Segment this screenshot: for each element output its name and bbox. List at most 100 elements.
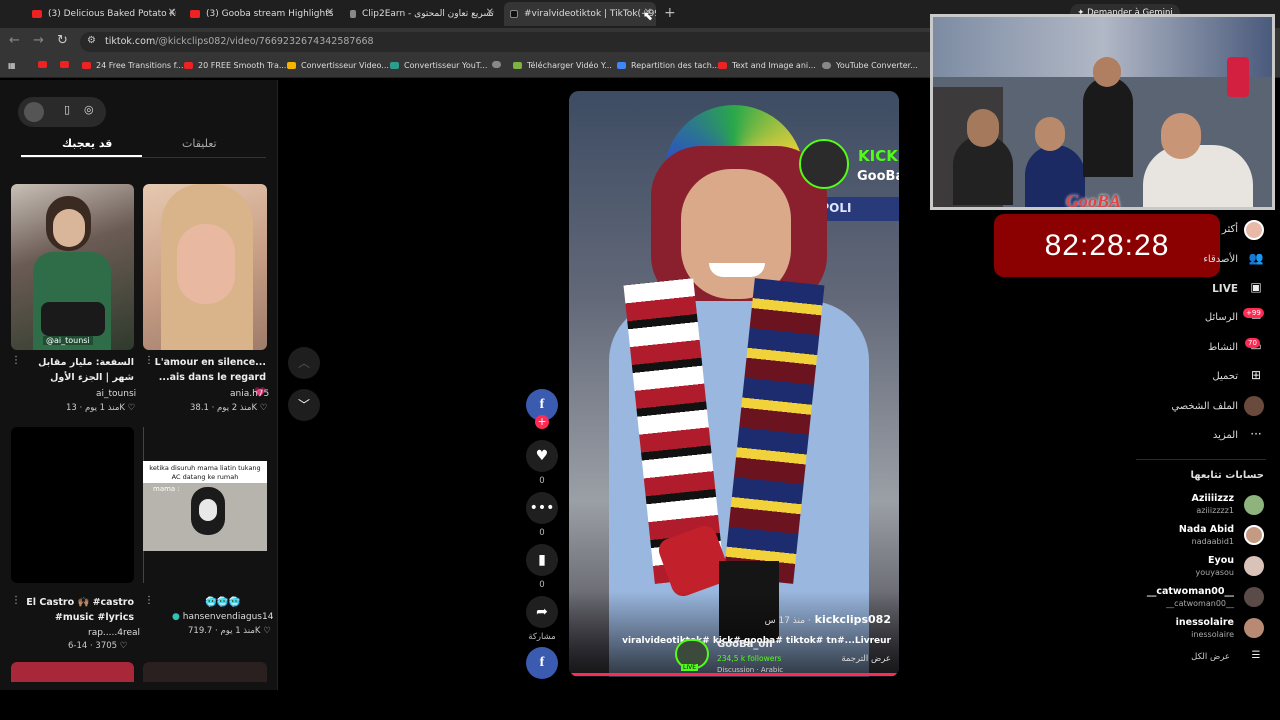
nav-more[interactable]: أكثر	[1222, 224, 1238, 235]
sound-disc[interactable]: f	[526, 647, 558, 679]
video-title[interactable]: السفعة: مليار مقابل شهر | الجزء الأول	[24, 355, 134, 385]
video-meta: 6-14 · 3705 ♡	[68, 641, 128, 651]
nav-messages[interactable]: الرسائل	[1205, 312, 1238, 323]
upload-icon[interactable]: ⊞	[1248, 368, 1264, 384]
bookmark-button[interactable]: ▮	[526, 544, 558, 576]
overlay-author-line[interactable]: منذ 17 س · kickclips082	[765, 613, 891, 626]
url-text[interactable]: tiktok.com/@kickclips082/video/766923267…	[105, 36, 374, 47]
bookmark-item[interactable]: Text and Image ani...	[718, 61, 816, 70]
account-name[interactable]: Eyou	[1208, 555, 1234, 566]
account-name[interactable]: Aziiiizzz	[1192, 493, 1235, 504]
bookmark-item[interactable]: Repartition des tach...	[617, 61, 719, 70]
share-icon: ➦	[536, 604, 548, 620]
account-avatar[interactable]	[1244, 495, 1264, 515]
more-options-icon[interactable]: ⋮	[11, 355, 21, 366]
video-author[interactable]: ania.h75	[230, 389, 269, 399]
bookmark-item[interactable]	[492, 61, 506, 68]
video-author[interactable]: ● hansenvendiagus14	[172, 612, 273, 622]
account-name[interactable]: inessolaire	[1176, 617, 1234, 628]
site-info-icon[interactable]: ⚙	[87, 35, 96, 46]
compass-icon[interactable]: ◎	[84, 103, 94, 116]
bag-shape	[41, 302, 105, 336]
browser-tab[interactable]: (3) Gooba stream Highlights#4 ✕	[190, 4, 334, 24]
video-player[interactable]: NAPOLI KICK GooBa منذ 17 س · kickclips08…	[569, 91, 899, 677]
see-all-link[interactable]: عرض الكل	[1191, 652, 1230, 662]
browser-tab[interactable]: (3) Delicious Baked Potato Kum ✕	[32, 4, 176, 24]
browser-tab[interactable]: Clip2Earn - تسريع تعاون المحتوى ✕	[350, 4, 494, 24]
nav-friends[interactable]: الأصدقاء	[1203, 254, 1238, 265]
bookmark-item[interactable]: YouTube Converter...	[822, 61, 918, 70]
back-icon[interactable]: ←	[9, 33, 20, 48]
live-dot-icon: ●	[172, 612, 180, 622]
bookmark-item[interactable]: 24 Free Transitions f...	[82, 61, 184, 70]
translate-link[interactable]: عرض الترجمة	[841, 654, 891, 664]
video-thumbnail[interactable]	[11, 427, 134, 583]
apps-icon[interactable]: ▦	[8, 61, 16, 70]
close-icon[interactable]: ✕	[486, 7, 494, 18]
video-thumbnail[interactable]	[11, 662, 134, 682]
next-video-button[interactable]: ﹀	[288, 389, 320, 421]
video-thumbnail[interactable]	[143, 662, 267, 682]
new-tab-icon[interactable]: +	[664, 5, 676, 21]
bookmark-item[interactable]: Convertisseur YouT...	[390, 61, 487, 70]
account-handle: __catwoman00__	[1166, 599, 1234, 608]
comment-button[interactable]: •••	[526, 492, 558, 524]
tab-liked[interactable]: قد يعجبك	[62, 137, 112, 150]
video-author[interactable]: rap.....4real	[88, 628, 140, 638]
nav-profile[interactable]: الملف الشخصي	[1171, 401, 1238, 412]
avatar[interactable]	[1244, 220, 1264, 240]
video-thumbnail[interactable]: ketika disuruh mama liatin tukang AC dat…	[143, 461, 267, 551]
account-name[interactable]: __catwoman00__	[1147, 586, 1234, 597]
forward-icon[interactable]: →	[33, 33, 44, 48]
tab-comments[interactable]: تعليقات	[182, 137, 217, 150]
youtube-icon	[718, 62, 727, 69]
bookmark-item[interactable]: 20 FREE Smooth Tra...	[184, 61, 286, 70]
phone-icon[interactable]: ▯	[64, 103, 70, 116]
video-thumbnail[interactable]: @ai_tounsi	[11, 184, 134, 350]
account-avatar[interactable]	[1244, 525, 1264, 545]
more-options-icon[interactable]: ⋮	[144, 355, 154, 366]
previous-video-button[interactable]: ︿	[288, 347, 320, 379]
friends-icon[interactable]: 👥	[1248, 251, 1264, 267]
ellipsis-icon[interactable]: ···	[1248, 427, 1264, 443]
like-button[interactable]: ♥	[526, 440, 558, 472]
account-avatar[interactable]	[1244, 556, 1264, 576]
bookmark-item[interactable]: Convertisseur Video...	[287, 61, 389, 70]
youtube-bookmark[interactable]	[60, 61, 74, 68]
bookmark-count: 0	[539, 580, 545, 590]
live-badge: LIVE	[681, 664, 699, 671]
divider	[1136, 459, 1266, 460]
person	[967, 109, 999, 147]
nav-activity[interactable]: النشاط	[1208, 342, 1238, 353]
account-avatar[interactable]	[1244, 618, 1264, 638]
nav-upload[interactable]: تحميل	[1212, 371, 1238, 382]
video-thumbnail[interactable]	[143, 184, 267, 350]
youtube-bookmark[interactable]	[38, 61, 52, 68]
account-name[interactable]: Nada Abid	[1179, 524, 1234, 535]
bookmark-label: Text and Image ani...	[732, 61, 816, 70]
heart-outline-icon: ♡	[119, 641, 128, 651]
share-button[interactable]: ➦	[526, 596, 558, 628]
live-icon[interactable]: ▣	[1248, 280, 1264, 296]
video-title[interactable]: 🥶🥶🥶	[205, 595, 241, 610]
account-avatar[interactable]	[1244, 587, 1264, 607]
more-options-icon[interactable]: ⋮	[11, 595, 21, 606]
video-title[interactable]: El Castro 🙌🏽 #castro #music #lyrics	[24, 595, 134, 625]
nav-more-menu[interactable]: المزيد	[1213, 430, 1238, 441]
profile-avatar[interactable]	[1244, 396, 1264, 416]
tab-title: (3) Delicious Baked Potato Kum	[48, 9, 176, 19]
avatar[interactable]	[24, 102, 44, 122]
close-icon[interactable]: ✕	[168, 7, 176, 18]
follow-plus-icon[interactable]: +	[535, 415, 549, 429]
browser-tab-active[interactable]: #viralvideotiktok | TikTok(+99) 🔊 ✕	[504, 2, 656, 26]
reload-icon[interactable]: ↻	[57, 33, 68, 48]
view-mode-pill[interactable]: ▯ ◎	[18, 97, 106, 127]
globe-icon	[492, 61, 501, 68]
video-author[interactable]: ai_tounsi	[96, 389, 136, 399]
more-options-icon[interactable]: ⋮	[144, 595, 154, 606]
close-icon[interactable]: ✕	[326, 7, 334, 18]
progress-bar[interactable]	[569, 673, 899, 676]
nav-live[interactable]: LIVE	[1212, 283, 1238, 295]
bookmark-item[interactable]: Télécharger Vidéo Y...	[513, 61, 612, 70]
list-icon[interactable]: ☰	[1248, 650, 1264, 666]
